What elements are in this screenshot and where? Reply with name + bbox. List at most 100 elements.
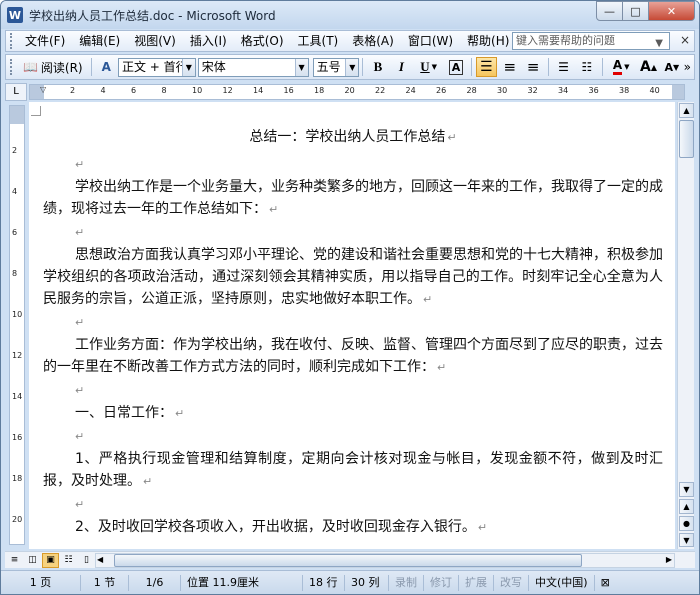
ruler-tick-label: 26 [436, 86, 447, 95]
style-select[interactable]: 正文 + 首行 ▼ [117, 57, 196, 77]
menu-help[interactable]: 帮助(H) [460, 31, 516, 51]
minimize-button[interactable]: — [596, 1, 623, 21]
ruler-tick-label: 10 [192, 86, 203, 95]
status-track-changes[interactable]: 修订 [424, 574, 459, 591]
font-size-value: 五号 [316, 59, 341, 74]
horizontal-scrollbar[interactable]: ◀ ▶ [95, 553, 675, 568]
tab-selector[interactable]: L [5, 83, 27, 101]
status-line: 18 行 [303, 574, 345, 591]
reading-layout-view-icon[interactable]: ▯ [78, 553, 95, 568]
status-record[interactable]: 录制 [389, 574, 424, 591]
status-bar: 1 页 1 节 1/6 位置 11.9厘米 18 行 30 列 录制 修订 扩展… [1, 570, 699, 594]
document-body[interactable]: 总结一：学校出纳人员工作总结 ↵ ↵ 学校出纳工作是一个业务量大，业务种类繁多的地… [43, 126, 663, 539]
ruler-tick-label: 12 [222, 86, 233, 95]
maximize-button[interactable]: □ [623, 1, 649, 21]
character-border-button[interactable]: A [445, 57, 466, 77]
underline-button[interactable]: U ▼ [414, 57, 443, 77]
ruler-tick-label: 24 [405, 86, 416, 95]
menu-edit[interactable]: 编辑(E) [72, 31, 127, 51]
vruler-top-margin [10, 106, 24, 124]
menu-view[interactable]: 视图(V) [127, 31, 183, 51]
paragraph-text: 学校出纳工作是一个业务量大，业务种类繁多的地方，回顾这一年来的工作，我取得了一定… [43, 179, 663, 217]
align-right-button[interactable]: ≡ [522, 57, 543, 77]
close-button[interactable]: ✕ [649, 1, 695, 21]
spelling-status-icon[interactable]: ⊠ [595, 575, 616, 591]
normal-view-icon[interactable]: ≡ [6, 553, 23, 568]
first-line-indent-marker[interactable]: ▽ [40, 85, 46, 94]
chevron-down-icon[interactable]: ▼ [624, 63, 629, 71]
horizontal-scroll-thumb[interactable] [114, 554, 582, 567]
help-search-input[interactable]: 键入需要帮助的问题 ▼ [512, 32, 670, 50]
paragraph-mark: ↵ [423, 293, 433, 306]
empty-paragraph: ↵ [43, 379, 663, 402]
vruler-tick-label: 14 [12, 392, 23, 401]
ruler-tick-label: 16 [283, 86, 294, 95]
paragraph-mark: ↵ [269, 203, 279, 216]
numbering-icon: ☰ [558, 60, 569, 74]
scroll-left-button[interactable]: ◀ [97, 555, 103, 564]
menu-insert[interactable]: 插入(I) [183, 31, 234, 51]
status-extend[interactable]: 扩展 [459, 574, 494, 591]
next-page-button[interactable]: ▼ [679, 533, 694, 547]
select-browse-object-button[interactable]: ● [679, 516, 694, 531]
horizontal-ruler[interactable]: ▽ 2 4 6 8 10 12 14 16 18 20 22 24 26 28 30 32 34 36 38 40 [29, 84, 685, 100]
chevron-down-icon[interactable]: ▼ [345, 58, 359, 76]
menu-tools[interactable]: 工具(T) [291, 31, 346, 51]
menu-file[interactable]: 文件(F) [18, 31, 72, 51]
font-size-select[interactable]: 五号 ▼ [312, 57, 360, 77]
toolbar-grip[interactable] [10, 59, 14, 75]
bullets-button[interactable]: ☷ [576, 57, 597, 77]
styles-pane-icon[interactable]: A [96, 57, 117, 77]
empty-paragraph: ↵ [43, 153, 663, 176]
align-center-button[interactable]: ≡ [499, 57, 520, 77]
menu-format[interactable]: 格式(O) [234, 31, 291, 51]
italic-button[interactable]: I [391, 57, 412, 77]
char-border-icon: A [448, 59, 464, 75]
toolbar-overflow-button[interactable]: » [684, 57, 691, 77]
menu-grip[interactable] [10, 33, 14, 49]
ruler-tick-label: 18 [314, 86, 325, 95]
vruler-tick-label: 16 [12, 433, 23, 442]
grow-font-button[interactable]: A ▲ [638, 57, 659, 77]
bold-button[interactable]: B [367, 57, 388, 77]
outline-view-icon[interactable]: ☷ [60, 553, 77, 568]
paragraph-mark: ↵ [477, 521, 488, 534]
menu-table[interactable]: 表格(A) [345, 31, 401, 51]
read-mode-button[interactable]: 📖 阅读(R) [19, 57, 87, 77]
vruler-tick-label: 12 [12, 351, 23, 360]
vertical-scroll-thumb[interactable] [679, 120, 694, 158]
shrink-font-icon: A [664, 60, 674, 74]
ruler-tick-label: 28 [466, 86, 477, 95]
font-select[interactable]: 宋体 ▼ [197, 57, 309, 77]
vertical-ruler[interactable]: 2 4 6 8 10 12 14 16 18 20 [9, 105, 25, 545]
word-app-icon: W [7, 7, 23, 23]
formatting-toolbar: 📖 阅读(R) A 正文 + 首行 ▼ 宋体 ▼ 五号 ▼ B I U ▼ A … [5, 54, 695, 80]
previous-page-button[interactable]: ▲ [679, 499, 694, 514]
menu-window[interactable]: 窗口(W) [401, 31, 460, 51]
document-page[interactable]: 总结一：学校出纳人员工作总结 ↵ ↵ 学校出纳工作是一个业务量大，业务种类繁多的地… [29, 102, 675, 549]
print-layout-view-icon[interactable]: ▣ [42, 552, 59, 568]
web-layout-view-icon[interactable]: ◫ [24, 553, 41, 568]
scroll-down-button[interactable]: ▼ [679, 482, 694, 497]
ruler-tick-label: 36 [588, 86, 599, 95]
document-close-icon[interactable]: × [680, 33, 690, 47]
chevron-down-icon[interactable]: ▼ [294, 58, 308, 76]
ruler-tick-label: 22 [375, 86, 386, 95]
ruler-tick-label: 34 [558, 86, 569, 95]
help-dropdown-icon[interactable]: ▼ [655, 36, 663, 52]
vertical-scrollbar[interactable]: ▲ ▼ ▲ ● ▼ [677, 102, 694, 549]
scroll-right-button[interactable]: ▶ [666, 555, 672, 564]
justify-button[interactable]: ☰ [475, 57, 498, 77]
view-and-hscroll-bar: ≡ ◫ ▣ ☷ ▯ ◀ ▶ [5, 551, 695, 568]
status-overtype[interactable]: 改写 [494, 574, 529, 591]
status-language[interactable]: 中文(中国) [529, 574, 595, 591]
font-color-button[interactable]: A ▼ [607, 57, 636, 77]
ruler-tick-label: 40 [649, 86, 660, 95]
chevron-down-icon[interactable]: ▼ [432, 63, 437, 71]
shrink-font-button[interactable]: A ▼ [661, 57, 682, 77]
status-page-count: 1/6 [129, 574, 181, 591]
numbering-button[interactable]: ☰ [553, 57, 574, 77]
align-right-icon: ≡ [526, 58, 540, 76]
chevron-down-icon[interactable]: ▼ [181, 58, 195, 76]
scroll-up-button[interactable]: ▲ [679, 103, 694, 118]
